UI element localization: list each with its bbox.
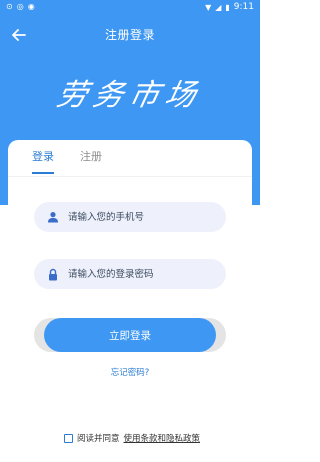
status-left-icons: ⊙ ◎ ◉: [6, 2, 35, 12]
wifi-icon: ▼: [205, 2, 212, 12]
status-bar: ⊙ ◎ ◉ ▼ ◢ ▮ 9:11: [0, 0, 260, 16]
tab-divider: [8, 176, 252, 177]
forgot-password-link[interactable]: 忘记密码?: [8, 366, 252, 378]
tab-login[interactable]: 登录: [32, 150, 54, 174]
lock-icon: [46, 267, 60, 281]
signal-icon: ◢: [215, 2, 222, 12]
login-button[interactable]: 立即登录: [44, 318, 216, 352]
page-title: 注册登录: [104, 28, 155, 42]
tab-bar: 登录 注册: [32, 150, 102, 174]
password-field[interactable]: [34, 259, 226, 289]
tab-register[interactable]: 注册: [80, 150, 102, 174]
password-input[interactable]: [66, 267, 220, 281]
logo: 劳务市场: [53, 78, 205, 113]
battery-icon: ▮: [225, 2, 230, 12]
phone-input[interactable]: [66, 210, 220, 224]
notification-icon: ⊙: [6, 2, 13, 11]
sync-icon: ◎: [16, 2, 24, 11]
agree-checkbox[interactable]: [64, 433, 73, 443]
policy-link[interactable]: 使用条款和隐私政策: [124, 432, 201, 444]
status-time: 9:11: [233, 2, 254, 12]
phone-field[interactable]: [34, 202, 226, 232]
agreement-row: 阅读并同意 使用条款和隐私政策: [64, 432, 200, 444]
status-right-icons: ▼ ◢ ▮ 9:11: [205, 2, 254, 13]
login-card: 登录 注册 立即登录 忘记密码? 阅读并同意 使用条款和隐私政策: [8, 140, 252, 460]
user-icon: [46, 210, 60, 224]
agree-label: 阅读并同意: [77, 434, 120, 444]
app-icon: ◉: [27, 2, 35, 11]
app-bar: 注册登录: [0, 22, 260, 50]
